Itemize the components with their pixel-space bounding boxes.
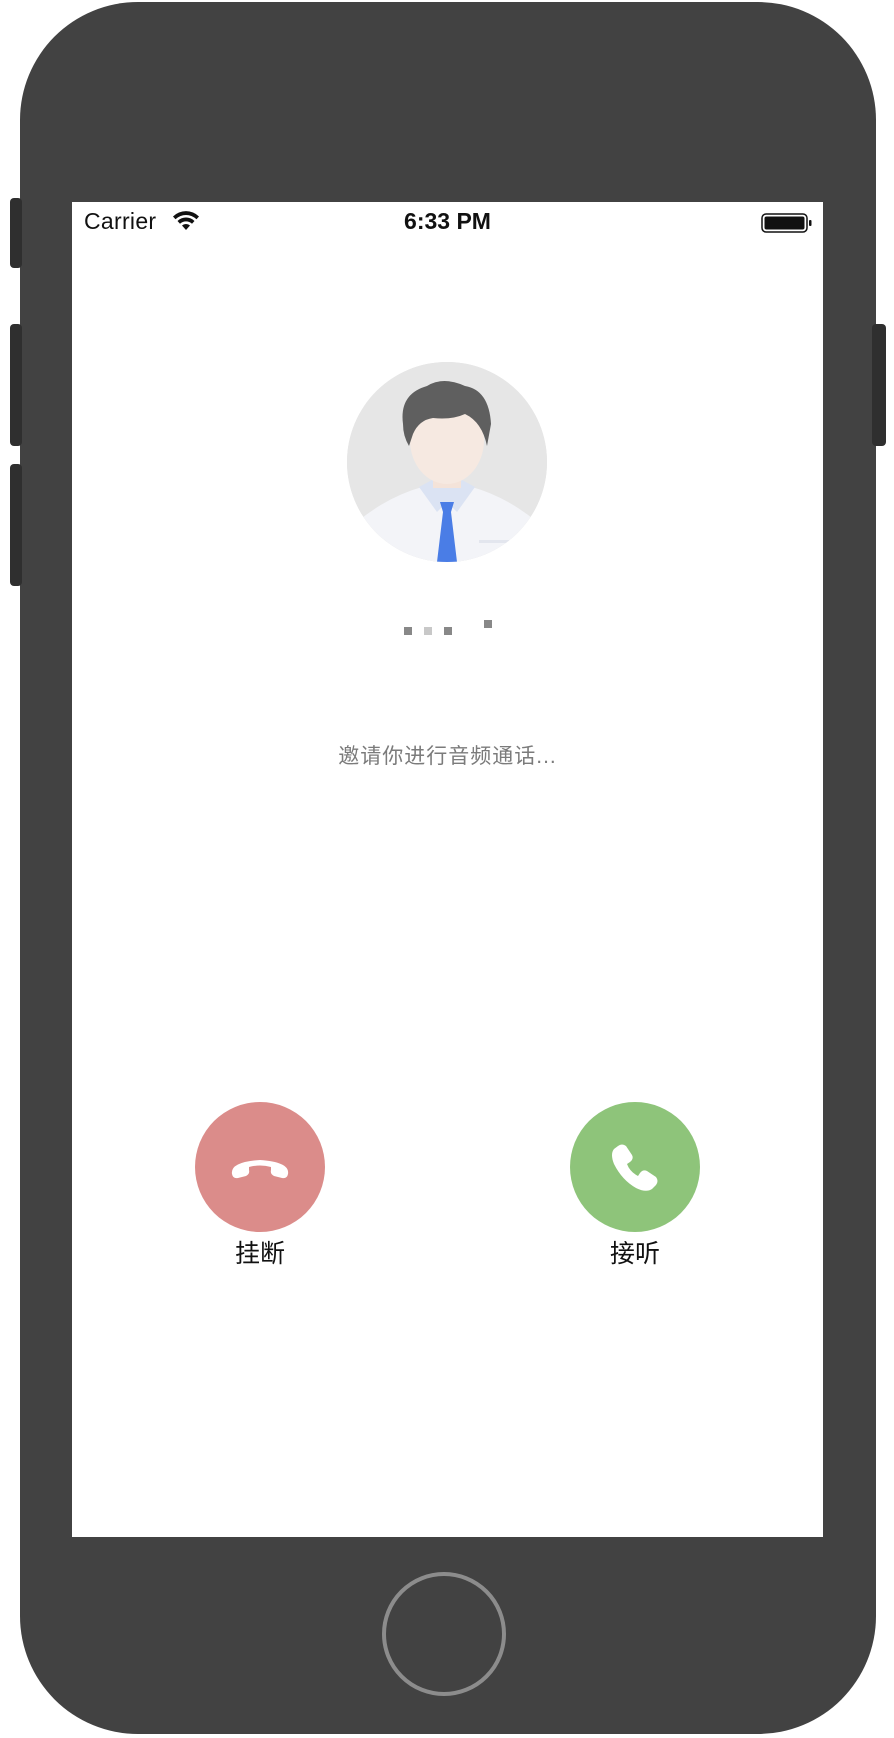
phone-hangup-icon [231,1160,289,1179]
call-invite-text: 邀请你进行音频通话... [338,745,557,768]
redacted-pixel [443,626,452,635]
status-time: 6:33 PM [404,208,491,234]
mute-switch [10,198,22,268]
default-male-avatar-icon [347,362,547,562]
redacted-pixel [423,626,432,635]
redacted-pixel [483,619,492,628]
hangup-label: 挂断 [234,1240,285,1268]
hangup-button[interactable]: 挂断 [195,1102,325,1270]
answer-button[interactable]: 接听 [570,1102,700,1270]
volume-down-button [10,464,22,586]
status-bar: Carrier 6:33 PM [72,202,823,242]
hangup-circle[interactable] [195,1102,325,1232]
answer-circle[interactable] [570,1102,700,1232]
power-button [872,324,886,446]
caller-name-obscured [72,619,823,652]
screen: Carrier 6:33 PM 邀请你进行音频通话... 挂断 接听 [72,202,823,1537]
battery-full-icon [761,213,812,233]
volume-up-button [10,324,22,446]
answer-label: 接听 [609,1240,660,1268]
caller-avatar [347,362,547,562]
phone-answer-icon [612,1144,658,1191]
redacted-pixel [403,626,412,635]
home-button[interactable] [382,1572,506,1696]
